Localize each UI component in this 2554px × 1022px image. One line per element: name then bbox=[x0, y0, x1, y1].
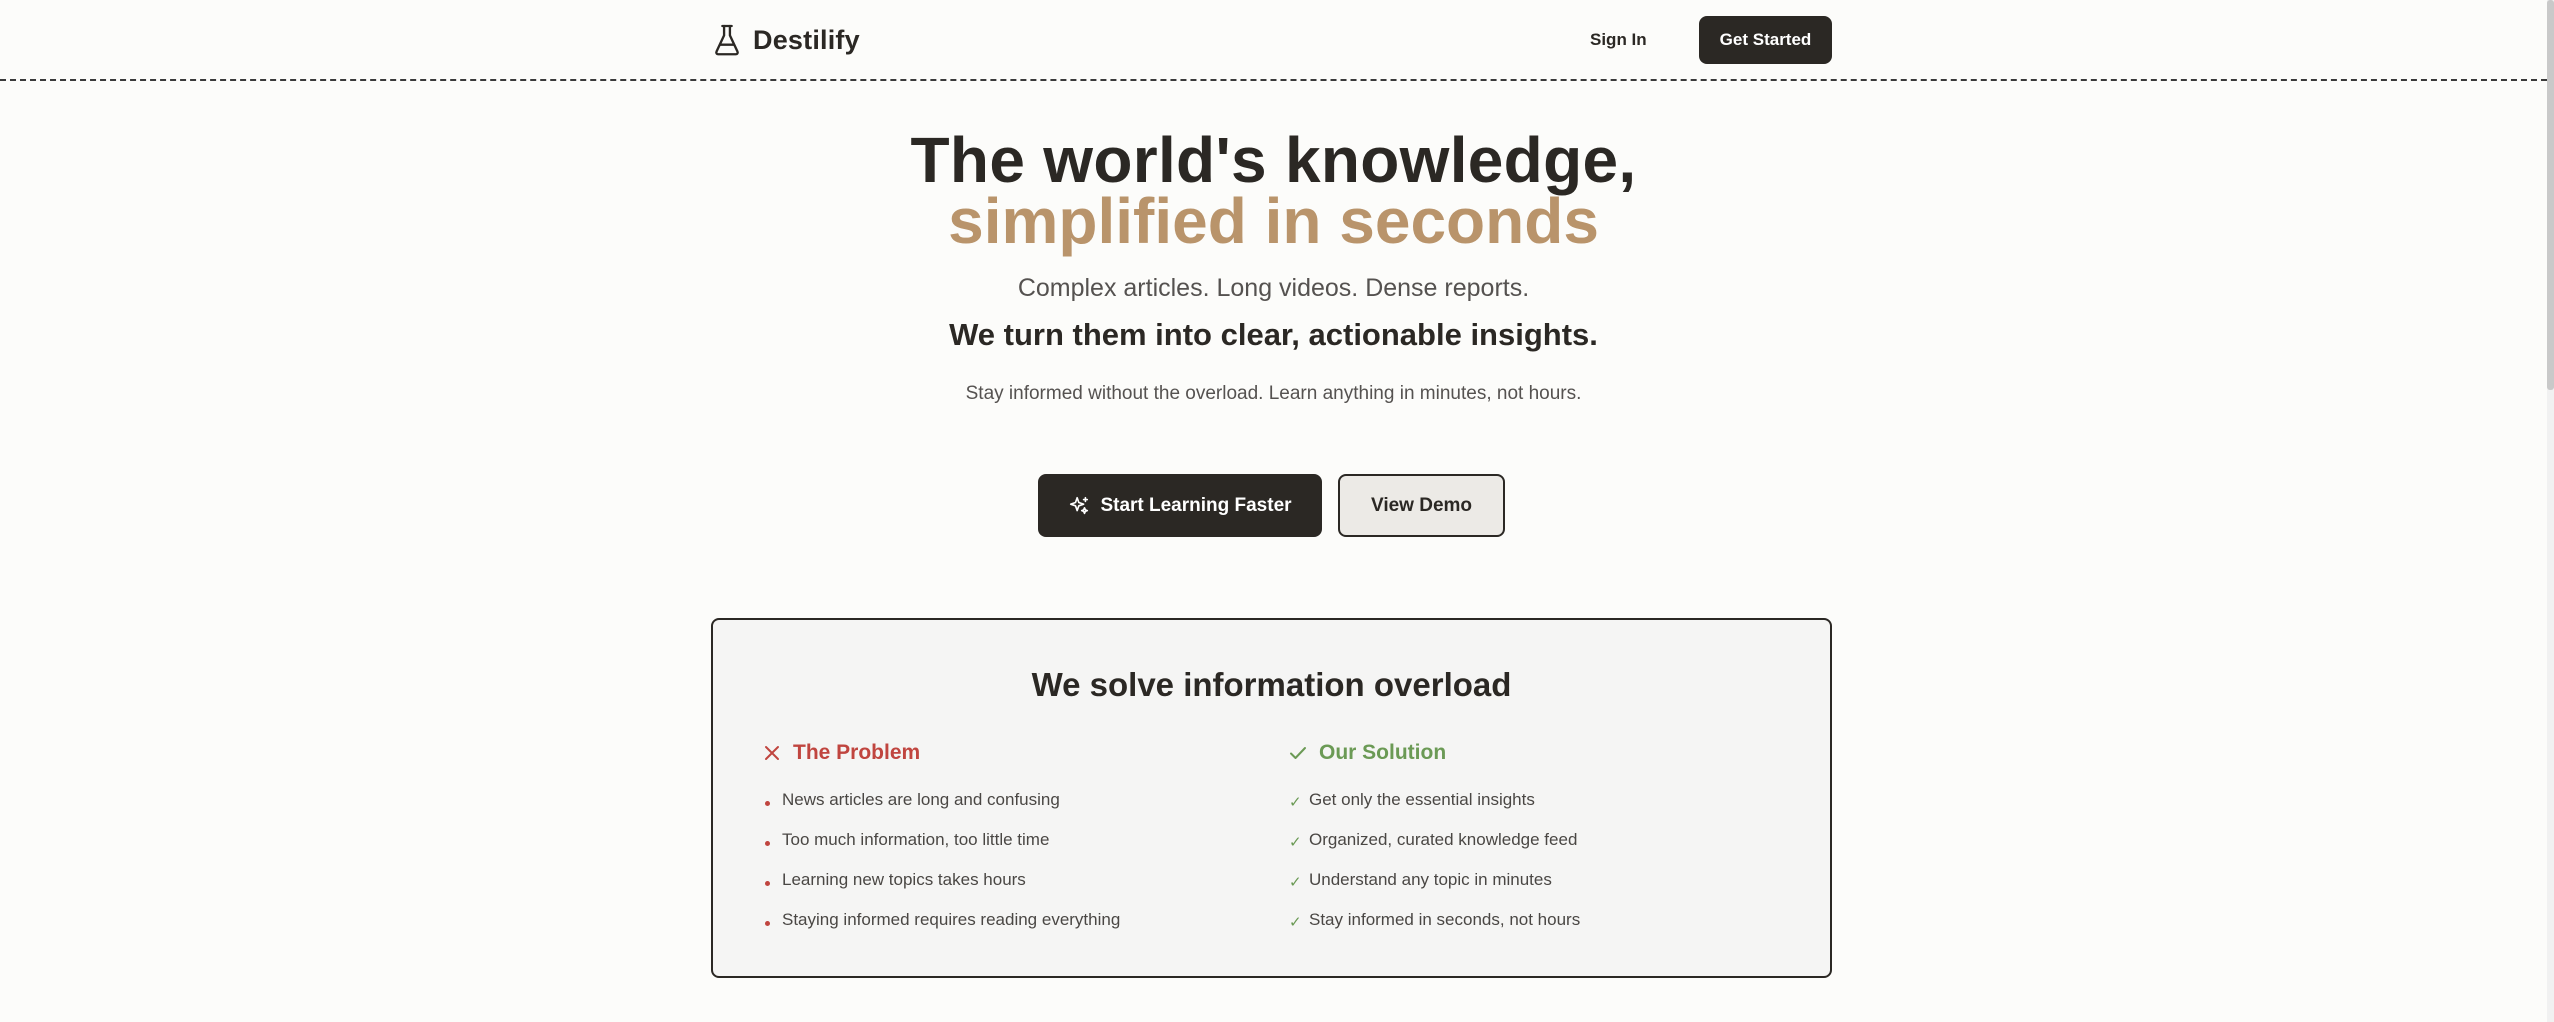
list-item: Staying informed requires reading everyt… bbox=[763, 900, 1243, 940]
list-item-text: News articles are long and confusing bbox=[782, 790, 1060, 809]
top-nav: Destilify Sign In Get Started bbox=[0, 0, 2547, 81]
small-check-icon: ✓ bbox=[1289, 794, 1302, 811]
list-item: News articles are long and confusing bbox=[763, 780, 1243, 820]
list-item-text: Organized, curated knowledge feed bbox=[1309, 830, 1578, 849]
small-check-icon: ✓ bbox=[1289, 874, 1302, 891]
problem-column: The Problem News articles are long and c… bbox=[763, 738, 1243, 940]
scrollbar[interactable] bbox=[2547, 0, 2554, 1022]
scrollbar-thumb[interactable] bbox=[2547, 0, 2554, 390]
list-item: ✓ Organized, curated knowledge feed bbox=[1289, 820, 1769, 860]
bullet-dot-icon bbox=[765, 800, 770, 806]
small-check-icon: ✓ bbox=[1289, 834, 1302, 851]
comparison-title: We solve information overload bbox=[1031, 666, 1512, 703]
solution-column: Our Solution ✓ Get only the essential ins… bbox=[1289, 738, 1769, 940]
problem-heading-label: The Problem bbox=[793, 741, 921, 764]
problem-list: News articles are long and confusing Too… bbox=[763, 780, 1243, 940]
problem-heading: The Problem bbox=[763, 738, 1243, 768]
list-item-text: Learning new topics takes hours bbox=[782, 870, 1026, 889]
bullet-dot-icon bbox=[765, 920, 770, 926]
start-learning-label: Start Learning Faster bbox=[1100, 494, 1292, 516]
solution-heading-label: Our Solution bbox=[1319, 741, 1447, 764]
x-icon bbox=[765, 746, 779, 760]
list-item: ✓ Get only the essential insights bbox=[1289, 780, 1769, 820]
sign-in-button[interactable]: Sign In bbox=[1590, 24, 1647, 56]
list-item-text: Understand any topic in minutes bbox=[1309, 870, 1552, 889]
small-check-icon: ✓ bbox=[1289, 914, 1302, 931]
brand[interactable]: Destilify bbox=[713, 20, 860, 60]
hero-title: The world's knowledge, bbox=[910, 124, 1637, 196]
flask-icon bbox=[715, 24, 739, 56]
list-item-text: Stay informed in seconds, not hours bbox=[1309, 910, 1581, 929]
list-item: ✓ Understand any topic in minutes bbox=[1289, 860, 1769, 900]
hero-description: Stay informed without the overload. Lear… bbox=[965, 383, 1582, 404]
hero-subtitle: Complex articles. Long videos. Dense rep… bbox=[1017, 274, 1530, 302]
sparkles-icon bbox=[1070, 496, 1089, 514]
check-icon bbox=[1290, 747, 1306, 759]
list-item: ✓ Stay informed in seconds, not hours bbox=[1289, 900, 1769, 940]
list-item-text: Too much information, too little time bbox=[782, 830, 1050, 849]
get-started-button[interactable]: Get Started bbox=[1699, 16, 1832, 64]
bullet-dot-icon bbox=[765, 840, 770, 846]
comparison-card: We solve information overload The Proble… bbox=[711, 618, 1832, 978]
solution-heading: Our Solution bbox=[1289, 738, 1769, 768]
solution-list: ✓ Get only the essential insights ✓ Organi… bbox=[1289, 780, 1769, 940]
view-demo-button[interactable]: View Demo bbox=[1338, 474, 1505, 537]
list-item: Learning new topics takes hours bbox=[763, 860, 1243, 900]
hero-section: The world's knowledge, simplified in sec… bbox=[0, 124, 2547, 405]
hero-title-accent: simplified in seconds bbox=[948, 185, 1599, 257]
brand-name: Destilify bbox=[753, 24, 860, 55]
list-item-text: Staying informed requires reading everyt… bbox=[782, 910, 1121, 929]
start-learning-button[interactable]: Start Learning Faster bbox=[1038, 474, 1322, 537]
bullet-dot-icon bbox=[765, 880, 770, 886]
list-item: Too much information, too little time bbox=[763, 820, 1243, 860]
list-item-text: Get only the essential insights bbox=[1309, 790, 1535, 809]
hero-tagline: We turn them into clear, actionable insi… bbox=[949, 317, 1598, 352]
